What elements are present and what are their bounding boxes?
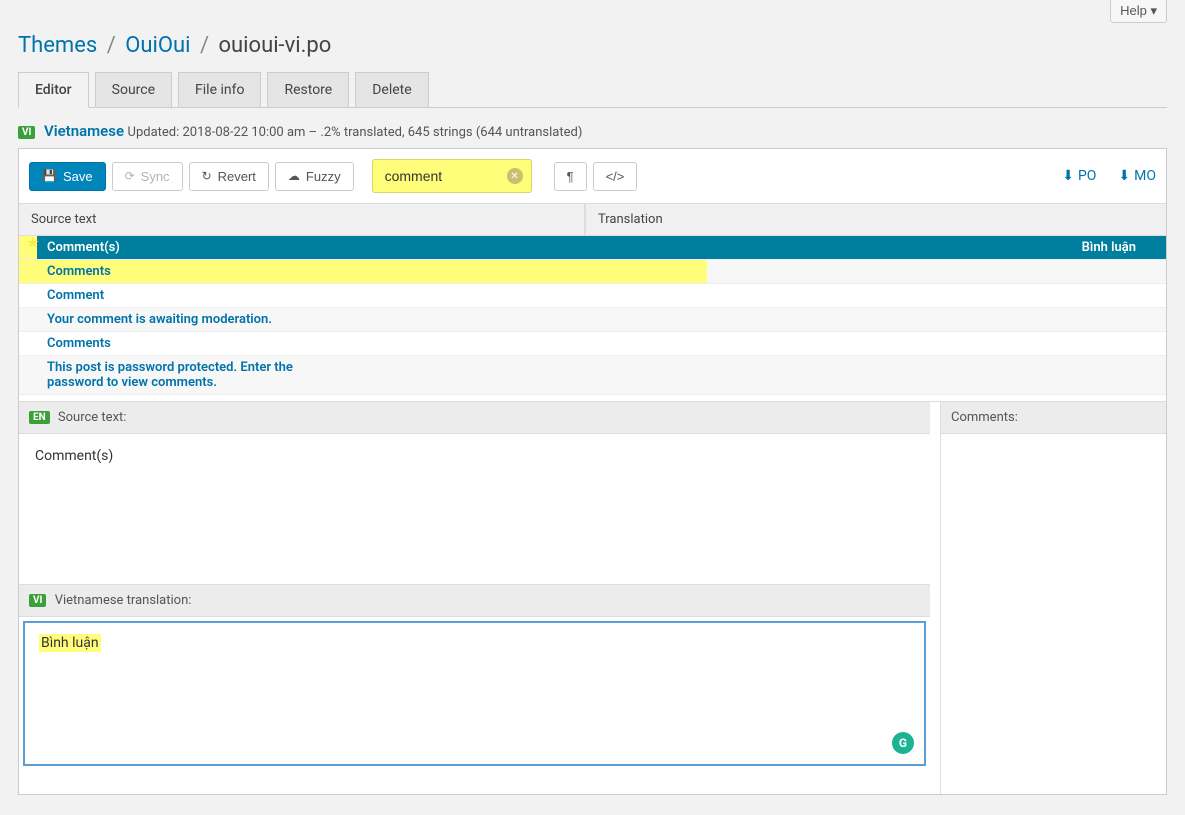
source-panel-head: EN Source text: [19, 402, 930, 434]
table-row[interactable]: This post is password protected. Enter t… [19, 356, 1166, 395]
tab-source[interactable]: Source [95, 72, 172, 108]
breadcrumb-project[interactable]: OuiOui [125, 33, 190, 58]
breadcrumb-themes[interactable]: Themes [18, 33, 97, 58]
cell-source: Comments [19, 260, 319, 283]
cell-translation: Bình luận [132, 236, 1166, 259]
download-po[interactable]: ⬇ PO [1062, 168, 1096, 184]
grid-header: Source text Translation [19, 204, 1166, 236]
search-wrap: ✕ [372, 159, 532, 193]
cell-translation [319, 332, 1166, 355]
status-line: VI Vietnamese Updated: 2018-08-22 10:00 … [18, 108, 1167, 148]
lang-name: Vietnamese [44, 122, 124, 140]
table-row[interactable]: Comments [19, 260, 1166, 284]
save-icon: 💾 [42, 169, 57, 183]
sync-button[interactable]: ⟳ Sync [112, 162, 183, 191]
breadcrumb-file: ouioui-vi.po [219, 33, 332, 58]
download-icon: ⬇ [1062, 168, 1074, 184]
pilcrow-button[interactable]: ¶ [554, 162, 587, 191]
tab-fileinfo[interactable]: File info [178, 72, 261, 108]
cell-source: Your comment is awaiting moderation. [19, 308, 319, 331]
star-icon: ★ [27, 236, 39, 251]
tabs: Editor Source File info Restore Delete [18, 72, 1167, 108]
translation-value: Bình luận [39, 634, 101, 652]
breadcrumb: Themes / OuiOui / ouioui-vi.po [18, 23, 1167, 72]
col-translation: Translation [584, 204, 1166, 235]
vi-badge: VI [29, 594, 46, 607]
cell-translation [319, 260, 1166, 283]
clear-search-icon[interactable]: ✕ [507, 168, 523, 184]
source-text-box: Comment(s) [19, 434, 930, 584]
en-badge: EN [29, 411, 50, 424]
grid-body[interactable]: ★Comment(s)Bình luậnCommentsCommentYour … [19, 236, 1166, 401]
cell-source: This post is password protected. Enter t… [19, 356, 319, 394]
lang-badge: VI [18, 126, 35, 139]
tab-delete[interactable]: Delete [355, 72, 428, 108]
help-button[interactable]: Help ▾ [1110, 0, 1167, 23]
sync-icon: ⟳ [125, 169, 135, 183]
cell-source: Comment [19, 284, 319, 307]
table-row[interactable]: Comments [19, 332, 1166, 356]
tab-editor[interactable]: Editor [18, 72, 89, 108]
fuzzy-button[interactable]: ☁ Fuzzy [275, 162, 354, 191]
cell-translation [319, 284, 1166, 307]
cloud-icon: ☁ [288, 169, 300, 183]
grammarly-icon[interactable]: G [892, 732, 914, 754]
table-row[interactable]: ★Comment(s)Bình luận [19, 236, 1166, 260]
cell-source: Comments [19, 332, 319, 355]
table-row[interactable]: ← Older comments [19, 395, 1166, 401]
code-view-button[interactable]: </> [593, 162, 638, 191]
editor: 💾 Save ⟳ Sync ↻ Revert ☁ Fuzzy ✕ ¶ </ [18, 148, 1167, 795]
cell-translation [319, 356, 1166, 394]
table-row[interactable]: Comment [19, 284, 1166, 308]
translation-input[interactable]: Bình luận G [23, 621, 926, 766]
col-source: Source text [19, 204, 584, 235]
panels: EN Source text: Comment(s) VI Vietnamese… [19, 401, 1166, 794]
search-input[interactable] [377, 164, 527, 188]
translation-panel-head: VI Vietnamese translation: [19, 584, 930, 617]
revert-button[interactable]: ↻ Revert [189, 162, 269, 191]
revert-icon: ↻ [202, 169, 212, 183]
table-row[interactable]: Your comment is awaiting moderation. [19, 308, 1166, 332]
download-mo[interactable]: ⬇ MO [1118, 168, 1156, 184]
save-button[interactable]: 💾 Save [29, 162, 106, 191]
toolbar: 💾 Save ⟳ Sync ↻ Revert ☁ Fuzzy ✕ ¶ </ [19, 149, 1166, 204]
comments-box[interactable] [941, 434, 1166, 794]
comments-panel-head: Comments: [941, 402, 1166, 434]
download-icon: ⬇ [1118, 168, 1130, 184]
tab-restore[interactable]: Restore [267, 72, 349, 108]
status-text: Updated: 2018-08-22 10:00 am – .2% trans… [128, 125, 583, 140]
cell-translation [319, 395, 1166, 401]
cell-translation [319, 308, 1166, 331]
cell-source: ← Older comments [19, 395, 319, 401]
